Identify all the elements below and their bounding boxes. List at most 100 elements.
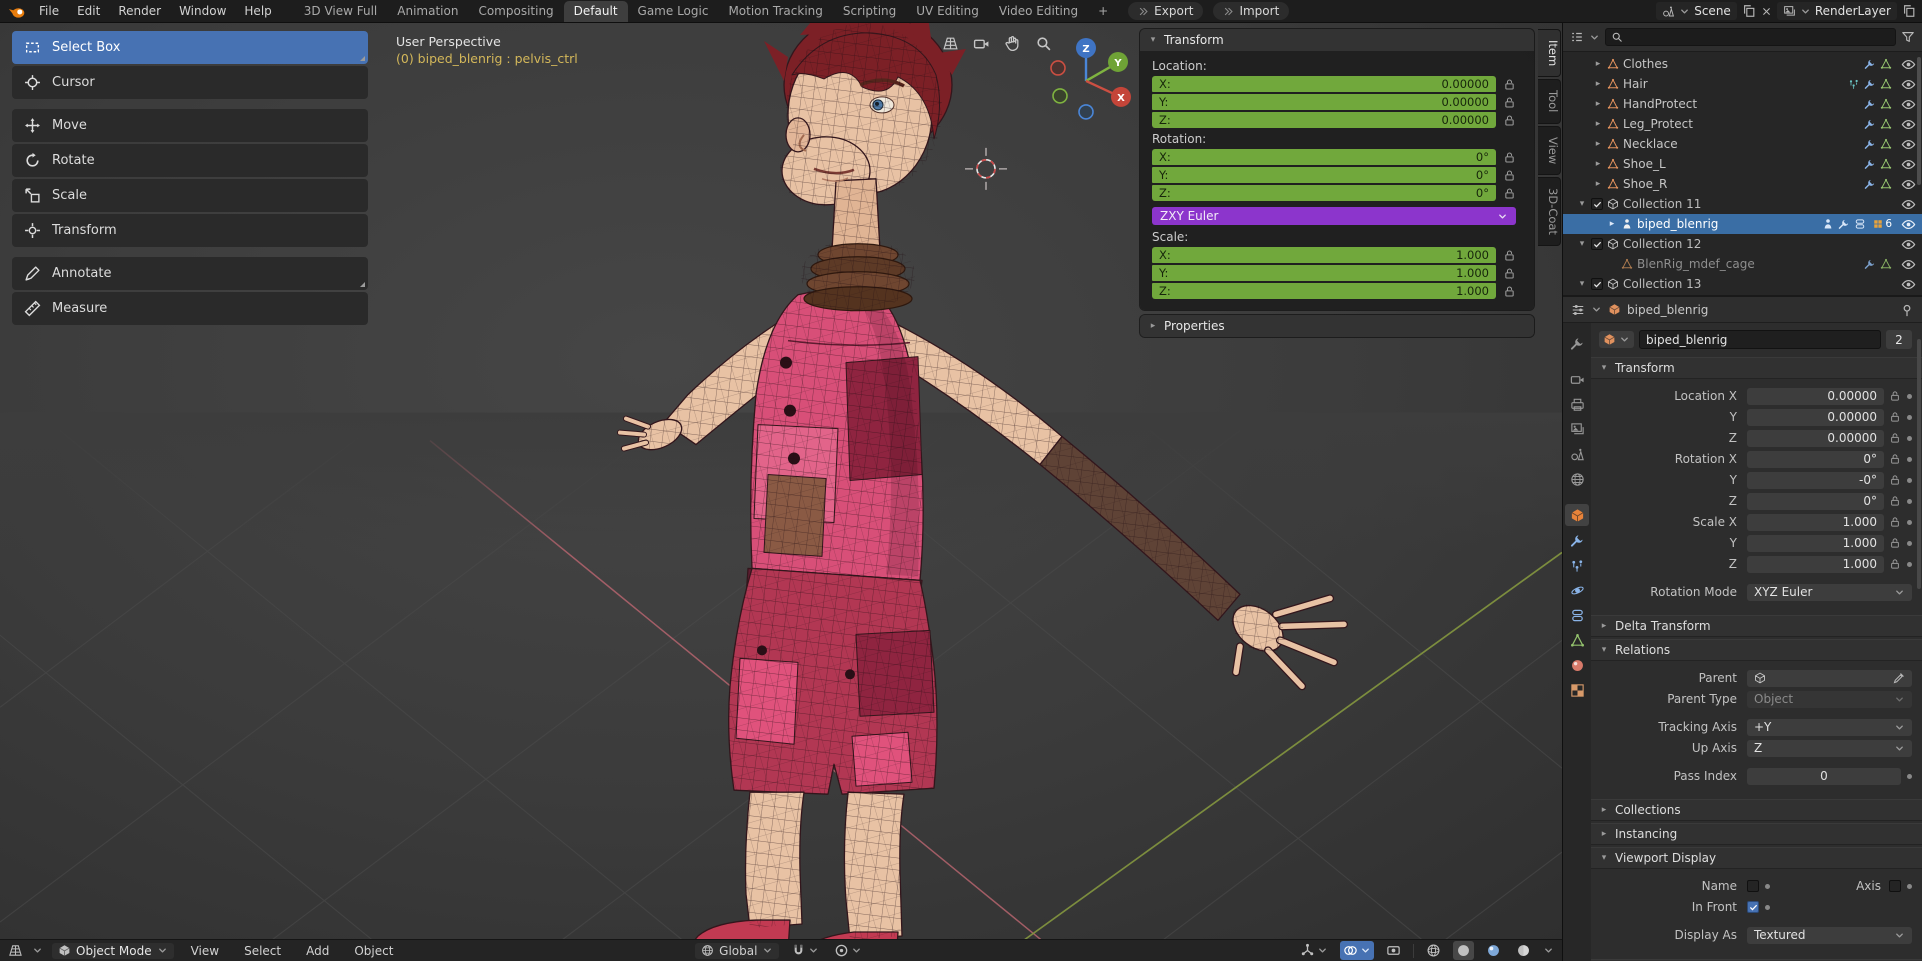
lock-icon[interactable]	[1503, 151, 1516, 164]
overlays-toggle[interactable]	[1340, 941, 1374, 960]
export-button[interactable]: Export	[1128, 2, 1204, 20]
users-count-button[interactable]: 2	[1886, 330, 1912, 349]
new-render-layer-icon[interactable]	[1902, 4, 1916, 18]
tab-game-logic[interactable]: Game Logic	[628, 1, 719, 22]
blender-logo-icon[interactable]	[8, 4, 25, 19]
rotation-x-slider[interactable]: X: 0°	[1152, 149, 1496, 165]
outliner-row-shoe-l[interactable]: Shoe_L	[1563, 154, 1922, 174]
modifier-icon[interactable]	[1864, 138, 1876, 150]
tab-constraints[interactable]	[1565, 604, 1589, 626]
rotation-mode-dropdown[interactable]: XYZ Euler	[1747, 583, 1912, 601]
outliner-row-shoe-r[interactable]: Shoe_R	[1563, 174, 1922, 194]
shading-material-button[interactable]	[1483, 941, 1504, 960]
modifier-icon[interactable]	[1864, 258, 1876, 270]
scale-y-field[interactable]: 1.000	[1747, 534, 1884, 552]
lock-icon[interactable]	[1503, 187, 1516, 200]
expand-arrow-icon[interactable]	[1593, 80, 1603, 89]
decorator-dot[interactable]	[1907, 477, 1912, 483]
tab-scripting[interactable]: Scripting	[833, 1, 906, 22]
tab-material[interactable]	[1565, 654, 1589, 676]
tab-physics[interactable]	[1565, 579, 1589, 601]
tab-world[interactable]	[1565, 468, 1589, 490]
hide-eye-icon[interactable]	[1901, 177, 1916, 192]
tab-scene[interactable]	[1565, 443, 1589, 465]
up-axis-dropdown[interactable]: Z	[1747, 739, 1912, 757]
rotation-mode-dropdown[interactable]: ZXY Euler	[1152, 207, 1516, 225]
lock-icon[interactable]	[1889, 495, 1901, 507]
tool-select-box[interactable]: Select Box	[12, 31, 368, 64]
tab-texture[interactable]	[1565, 679, 1589, 701]
tool-transform[interactable]: Transform	[12, 214, 368, 247]
snap-toggle[interactable]	[788, 941, 822, 960]
expand-arrow-icon[interactable]	[1593, 100, 1603, 109]
mesh-data-icon[interactable]	[1880, 58, 1892, 70]
properties-panel-header[interactable]: Properties	[1140, 315, 1534, 337]
sidebar-tab-3dcoat[interactable]: 3D-Coat	[1538, 176, 1561, 246]
decorator-dot[interactable]	[1907, 393, 1912, 399]
shading-options-chevron-icon[interactable]	[1543, 945, 1554, 956]
filter-funnel-icon[interactable]	[1901, 30, 1915, 44]
tab-render[interactable]	[1565, 368, 1589, 390]
collection-checkbox[interactable]	[1591, 278, 1603, 290]
modifier-icon[interactable]	[1864, 158, 1876, 170]
mesh-data-icon[interactable]	[1880, 258, 1892, 270]
tool-rotate[interactable]: Rotate	[12, 144, 368, 177]
hide-eye-icon[interactable]	[1901, 277, 1916, 292]
tab-modifiers[interactable]	[1565, 529, 1589, 551]
instancing-panel-header[interactable]: Instancing	[1591, 823, 1922, 845]
in-front-checkbox[interactable]	[1747, 901, 1759, 913]
outliner-row-necklace[interactable]: Necklace	[1563, 134, 1922, 154]
tab-view-layer[interactable]	[1565, 418, 1589, 440]
tab-uv-editing[interactable]: UV Editing	[906, 1, 989, 22]
scene-selector[interactable]: Scene	[1656, 2, 1737, 20]
mesh-data-icon[interactable]	[1880, 78, 1892, 90]
pan-hand-icon[interactable]	[1004, 35, 1021, 52]
outliner-row-clothes[interactable]: Clothes	[1563, 54, 1922, 74]
gizmo-neg-x[interactable]	[1050, 60, 1066, 76]
chevron-down-icon[interactable]	[32, 945, 43, 956]
decorator-dot[interactable]	[1765, 904, 1770, 910]
hide-eye-icon[interactable]	[1901, 57, 1916, 72]
decorator-dot[interactable]	[1907, 540, 1912, 546]
display-as-dropdown[interactable]: Textured	[1747, 926, 1912, 944]
menu-window[interactable]: Window	[171, 2, 234, 20]
new-scene-icon[interactable]	[1742, 4, 1756, 18]
sidebar-tab-item[interactable]: Item	[1538, 29, 1561, 78]
menu-render[interactable]: Render	[110, 2, 169, 20]
display-mode-icon[interactable]	[1570, 30, 1584, 44]
lock-icon[interactable]	[1503, 78, 1516, 91]
outliner-row-blenrig-mdef-cage[interactable]: BlenRig_mdef_cage	[1563, 254, 1922, 274]
tab-compositing[interactable]: Compositing	[468, 1, 563, 22]
location-y-field[interactable]: 0.00000	[1747, 408, 1884, 426]
expand-arrow-icon[interactable]	[1593, 140, 1603, 149]
lock-icon[interactable]	[1503, 285, 1516, 298]
location-x-field[interactable]: 0.00000	[1747, 387, 1884, 405]
modifier-icon[interactable]	[1864, 178, 1876, 190]
viewport-display-panel-header[interactable]: Viewport Display	[1591, 847, 1922, 869]
tool-cursor[interactable]: Cursor	[12, 66, 368, 99]
zoom-icon[interactable]	[1035, 35, 1052, 52]
tab-3d-view-full[interactable]: 3D View Full	[294, 1, 388, 22]
hide-eye-icon[interactable]	[1901, 157, 1916, 172]
expand-arrow-icon[interactable]	[1577, 200, 1587, 209]
outliner-scrollbar[interactable]	[1917, 57, 1921, 185]
gizmos-toggle[interactable]	[1297, 941, 1331, 960]
gizmo-neg-z[interactable]	[1078, 104, 1094, 120]
parent-field[interactable]	[1747, 669, 1912, 687]
id-type-selector[interactable]	[1599, 331, 1634, 348]
hide-eye-icon[interactable]	[1901, 77, 1916, 92]
editor-type-icon[interactable]	[8, 943, 23, 958]
hide-eye-icon[interactable]	[1901, 237, 1916, 252]
scale-z-field[interactable]: 1.000	[1747, 555, 1884, 573]
pin-icon[interactable]	[1900, 303, 1914, 317]
lock-icon[interactable]	[1503, 96, 1516, 109]
editor-type-icon[interactable]	[1571, 303, 1585, 317]
tab-output[interactable]	[1565, 393, 1589, 415]
object-name-input[interactable]	[1639, 330, 1881, 349]
rotation-x-field[interactable]: 0°	[1747, 450, 1884, 468]
scale-y-slider[interactable]: Y: 1.000	[1152, 265, 1496, 281]
rotation-z-field[interactable]: 0°	[1747, 492, 1884, 510]
outliner-search[interactable]	[1605, 28, 1896, 46]
lock-icon[interactable]	[1889, 558, 1901, 570]
hide-eye-icon[interactable]	[1901, 197, 1916, 212]
